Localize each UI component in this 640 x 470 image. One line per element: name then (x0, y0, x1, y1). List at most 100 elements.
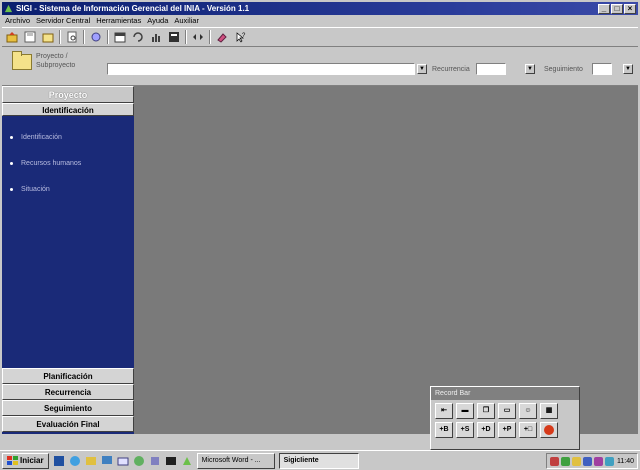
maximize-button[interactable]: □ (611, 4, 623, 14)
project-selector-bar: Proyecto / Subproyecto ▼ Recurrencia ▼ S… (2, 48, 638, 86)
menu-auxiliar[interactable]: Auxiliar (174, 15, 199, 27)
bullet-icon (10, 135, 13, 139)
record-add-d-button[interactable]: +D (477, 422, 495, 438)
record-users-icon[interactable]: ☺ (519, 403, 537, 419)
bullet-icon (10, 161, 13, 165)
sidebar: Proyecto Identificación Identificación R… (2, 86, 134, 434)
app-quicklaunch-icon[interactable] (181, 455, 193, 467)
seguimiento-dropdown-button[interactable]: ▼ (623, 64, 633, 74)
minimize-button[interactable]: _ (598, 4, 610, 14)
menu-archivo[interactable]: Archivo (5, 15, 30, 27)
mail-quicklaunch-icon[interactable] (117, 455, 129, 467)
report-icon[interactable] (167, 30, 181, 44)
tray-network-icon[interactable] (550, 456, 559, 466)
folder-icon[interactable] (41, 30, 55, 44)
sidebar-section-seguimiento[interactable]: Seguimiento (2, 400, 134, 416)
tray-app-icon[interactable] (594, 456, 603, 466)
recurrencia-select[interactable] (476, 63, 506, 75)
tray-display-icon[interactable] (583, 456, 592, 466)
eraser-icon[interactable] (215, 30, 229, 44)
record-bar-row-2: +B +S +D +P +□ (431, 419, 579, 438)
project-folder-icon (12, 51, 32, 70)
sidebar-item-recursos-humanos[interactable]: Recursos humanos (2, 150, 134, 176)
arrows-icon[interactable] (191, 30, 205, 44)
clock: 11:40 (617, 457, 634, 465)
recurrencia-dropdown-button[interactable]: ▼ (525, 64, 535, 74)
task-sigicliente[interactable]: SigicIiente (278, 452, 359, 469)
sidebar-item-identificacion[interactable]: Identificación (2, 124, 134, 150)
help-icon[interactable]: ? (233, 30, 247, 44)
open-icon[interactable] (5, 30, 19, 44)
reload-icon[interactable] (131, 30, 145, 44)
window-title: SIGI - Sistema de Información Gerencial … (16, 4, 250, 13)
svg-text:?: ? (242, 33, 246, 39)
record-grid-icon[interactable]: ▦ (540, 403, 558, 419)
record-add-b-button[interactable]: +B (435, 422, 453, 438)
toolbar-separator (107, 30, 109, 44)
record-add-p-button[interactable]: +P (498, 422, 516, 438)
sidebar-header[interactable]: Proyecto (2, 86, 134, 103)
tray-volume-icon[interactable] (572, 456, 581, 466)
app-icon (4, 4, 13, 13)
bullet-icon (10, 187, 13, 191)
toolbar-separator (185, 30, 187, 44)
word-quicklaunch-icon[interactable] (53, 455, 65, 467)
seguimiento-select[interactable] (592, 63, 612, 75)
record-first-icon[interactable]: ⇤ (435, 403, 453, 419)
taskbar: Iniciar Microsoft Word - ... SigicIiente… (0, 450, 640, 470)
menu-servidor-central[interactable]: Servidor Central (36, 15, 90, 27)
start-label: Iniciar (20, 455, 44, 465)
tray-status-icon[interactable] (605, 456, 614, 466)
record-bar-title[interactable]: Record Bar (431, 387, 579, 400)
record-stop-button[interactable] (540, 422, 558, 438)
desktop-quicklaunch-icon[interactable] (101, 455, 113, 467)
tray-antivirus-icon[interactable] (561, 456, 570, 466)
terminal-quicklaunch-icon[interactable] (165, 455, 177, 467)
paint-quicklaunch-icon[interactable] (85, 455, 97, 467)
globe-quicklaunch-icon[interactable] (133, 455, 145, 467)
main-window: SIGI - Sistema de Información Gerencial … (0, 0, 640, 470)
record-add-s-button[interactable]: +S (456, 422, 474, 438)
record-bar: Record Bar ⇤ ▬ ❐ ▭ ☺ ▦ +B +S +D +P +□ (430, 386, 580, 450)
project-select[interactable] (107, 63, 415, 75)
sidebar-section-planificacion[interactable]: Planificación (2, 368, 134, 384)
close-button[interactable]: × (624, 4, 636, 14)
title-bar[interactable]: SIGI - Sistema de Información Gerencial … (2, 2, 638, 15)
task-microsoft-word[interactable]: Microsoft Word - ... (196, 452, 275, 469)
sync-icon[interactable] (89, 30, 103, 44)
sidebar-list: Identificación Recursos humanos Situació… (2, 116, 134, 202)
toolbar-separator (83, 30, 85, 44)
explorer-quicklaunch-icon[interactable] (69, 455, 81, 467)
print-preview-icon[interactable] (65, 30, 79, 44)
sidebar-item-label: Identificación (21, 133, 62, 141)
stop-icon (544, 425, 554, 435)
sidebar-section-identificacion[interactable]: Identificación (2, 103, 134, 116)
project-dropdown-button[interactable]: ▼ (417, 64, 427, 74)
menu-bar: Archivo Servidor Central Herramientas Ay… (2, 15, 638, 27)
network-quicklaunch-icon[interactable] (149, 455, 161, 467)
toolbar-separator (209, 30, 211, 44)
menu-ayuda[interactable]: Ayuda (147, 15, 168, 27)
sidebar-item-label: Recursos humanos (21, 159, 82, 167)
record-add-box-button[interactable]: +□ (519, 422, 537, 438)
calendar-icon[interactable] (113, 30, 127, 44)
workspace-area (134, 86, 638, 434)
start-button[interactable]: Iniciar (2, 452, 49, 469)
record-copy-icon[interactable]: ❐ (477, 403, 495, 419)
save-icon[interactable] (23, 30, 37, 44)
chart-icon[interactable] (149, 30, 163, 44)
sidebar-section-recurrencia[interactable]: Recurrencia (2, 384, 134, 400)
windows-logo-icon (7, 455, 18, 465)
sidebar-section-evaluacion-final[interactable]: Evaluación Final (2, 416, 134, 432)
record-bar-row-1: ⇤ ▬ ❐ ▭ ☺ ▦ (431, 400, 579, 419)
record-form-icon[interactable]: ▭ (498, 403, 516, 419)
toolbar: ? (2, 27, 638, 47)
toolbar-separator (59, 30, 61, 44)
sidebar-item-situacion[interactable]: Situación (2, 176, 134, 202)
recurrencia-label: Recurrencia (432, 66, 470, 73)
seguimiento-label: Seguimiento (544, 66, 583, 73)
project-label: Proyecto / Subproyecto (36, 53, 76, 69)
menu-herramientas[interactable]: Herramientas (96, 15, 141, 27)
sidebar-bottom-sections: Planificación Recurrencia Seguimiento Ev… (2, 368, 134, 432)
record-list-icon[interactable]: ▬ (456, 403, 474, 419)
